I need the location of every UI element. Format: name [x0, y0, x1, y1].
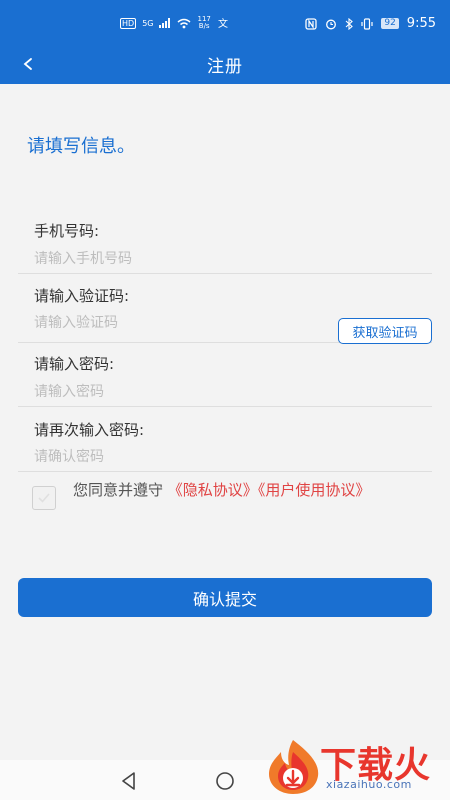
code-row: 请输入验证码: 获取验证码 [18, 285, 432, 344]
status-bar: HD 5G 117 B/s 文 92 9:55 [0, 0, 450, 46]
agreement-prefix: 您同意并遵守 [73, 481, 164, 499]
page-title: 注册 [207, 57, 243, 77]
watermark-url: xiazaihuo.com [326, 778, 412, 791]
user-agreement-link[interactable]: 《用户使用协议》 [258, 481, 371, 499]
svg-text:文: 文 [218, 17, 228, 29]
code-input[interactable] [34, 311, 314, 335]
wifi-icon [178, 18, 191, 28]
status-right: 92 9:55 [305, 16, 436, 31]
phone-label: 手机号码: [34, 222, 100, 240]
agreement-text: 您同意并遵守 《隐私协议》《用户使用协议》 [73, 481, 423, 499]
alarm-icon [326, 19, 337, 29]
translate-icon: 文 [218, 17, 228, 29]
check-icon [38, 493, 50, 503]
confirm-password-input[interactable] [34, 445, 334, 469]
confirm-password-row: 请再次输入密码: [18, 419, 432, 472]
get-code-button[interactable]: 获取验证码 [338, 318, 432, 344]
intro-text: 请填写信息。 [27, 136, 135, 157]
hd-badge: HD [120, 17, 137, 29]
bluetooth-icon [345, 17, 354, 30]
watermark-logo: 下载火 xiazaihuo.com [262, 736, 448, 798]
clock: 9:55 [406, 16, 436, 31]
vibrate-icon [361, 17, 373, 30]
submit-button[interactable]: 确认提交 [18, 578, 432, 617]
network-type: 5G [142, 18, 154, 28]
speed-unit: B/s [198, 22, 210, 30]
battery-level: 92 [381, 18, 399, 29]
phone-input[interactable] [34, 247, 334, 271]
password-input[interactable] [34, 380, 334, 404]
nav-back-button[interactable] [118, 770, 140, 792]
flame-logo-icon [269, 740, 319, 794]
password-row: 请输入密码: [18, 353, 432, 407]
confirm-password-label: 请再次输入密码: [34, 421, 145, 439]
phone-row: 手机号码: [18, 220, 432, 274]
status-left: HD 5G 117 B/s 文 [120, 16, 229, 30]
triangle-back-icon [122, 772, 135, 790]
nfc-icon [305, 17, 317, 30]
password-label: 请输入密码: [34, 355, 115, 373]
network-speed: 117 B/s [197, 16, 210, 30]
nav-home-button[interactable] [214, 770, 236, 792]
circle-home-icon [216, 772, 234, 790]
signal-icon [159, 18, 171, 28]
app-header: 注册 [0, 46, 450, 84]
privacy-policy-link[interactable]: 《隐私协议》 [168, 481, 258, 499]
code-label: 请输入验证码: [34, 287, 130, 305]
agree-checkbox[interactable] [32, 486, 56, 510]
